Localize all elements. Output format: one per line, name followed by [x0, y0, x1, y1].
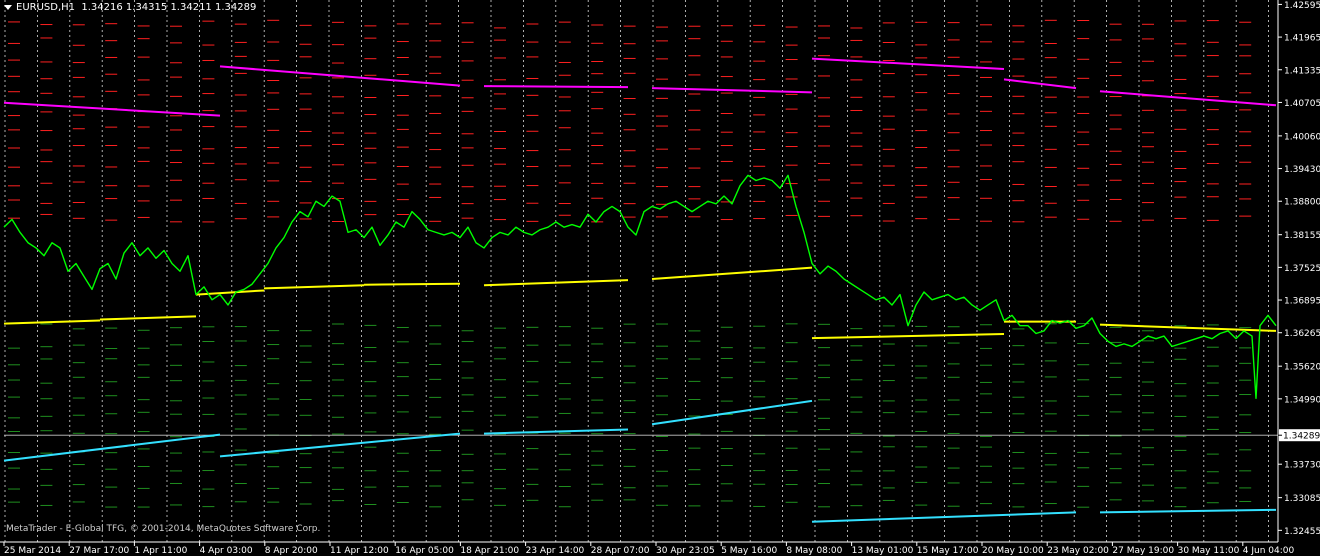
resistance-line: [811, 57, 1005, 70]
price-tick-label: 1.33730: [1284, 461, 1320, 471]
time-tick-label: 16 Apr 05:00: [395, 546, 454, 556]
time-tick-label: 23 May 02:00: [1047, 546, 1109, 556]
resistance-line: [483, 85, 629, 89]
time-tick-label: 23 Apr 14:00: [526, 546, 585, 556]
pivot-line: [651, 266, 813, 281]
time-tick-label: 11 Apr 12:00: [330, 546, 389, 556]
pivot-line: [99, 315, 197, 321]
resistance-line: [1003, 78, 1077, 90]
price-tick-label: 1.40705: [1284, 99, 1320, 109]
time-tick-label: 27 May 19:00: [1112, 546, 1174, 556]
chart-header: EURUSD,H1 1.34216 1.34315 1.34211 1.3428…: [4, 2, 256, 13]
chart-canvas[interactable]: 1.42595 1.41965 1.41335 1.40705 1.40060 1.394…: [0, 0, 1320, 556]
pivot-line: [263, 284, 365, 290]
price-tick-label: 1.40060: [1284, 132, 1320, 142]
time-tick-label: 15 May 17:00: [917, 546, 979, 556]
price-tick-label: 1.36895: [1284, 297, 1320, 307]
support-line: [1099, 508, 1277, 514]
price-tick-label: 1.38800: [1284, 198, 1320, 208]
price-tick-label: 1.37525: [1284, 264, 1320, 274]
time-tick-label: 18 Apr 21:00: [460, 546, 519, 556]
pivot-line: [811, 333, 1005, 340]
time-tick-label: 1 Apr 11:00: [134, 546, 187, 556]
ohlc-values: 1.34216 1.34315 1.34211 1.34289: [81, 2, 257, 13]
price-tick-label: 1.34990: [1284, 395, 1320, 405]
time-tick-label: 30 May 11:00: [1178, 546, 1240, 556]
current-price-label: 1.34289: [1283, 432, 1320, 442]
time-tick-label: 27 Mar 17:00: [69, 546, 129, 556]
price-tick-label: 1.42595: [1284, 1, 1320, 11]
resistance-line: [1099, 90, 1277, 107]
price-tick-label: 1.36265: [1284, 329, 1320, 339]
time-tick-label: 13 May 01:00: [852, 546, 914, 556]
price-tick-label: 1.41335: [1284, 66, 1320, 76]
price-tick-label: 1.38155: [1284, 231, 1320, 241]
resistance-line: [219, 65, 461, 87]
time-tick-label: 28 Apr 07:00: [591, 546, 650, 556]
price-tick-label: 1.32455: [1284, 527, 1320, 537]
time-tick-label: 4 Jun 04:00: [1243, 546, 1295, 556]
pivot-line: [363, 282, 461, 286]
resistance-line: [3, 101, 221, 117]
price-chart[interactable]: 1.42595 1.41965 1.41335 1.40705 1.40060 1.394…: [0, 0, 1320, 556]
resistance-line: [651, 87, 813, 94]
time-tick-label: 30 Apr 23:05: [656, 546, 715, 556]
price-tick-label: 1.35620: [1284, 363, 1320, 373]
price-tick-label: 1.41965: [1284, 34, 1320, 44]
support-line: [219, 432, 461, 458]
pivot-line: [3, 319, 101, 325]
support-line: [811, 511, 1077, 523]
time-tick-label: 8 Apr 20:00: [265, 546, 318, 556]
collapse-arrow-icon[interactable]: [4, 4, 12, 10]
symbol-label: EURUSD,H1: [16, 2, 76, 13]
time-tick-label: 20 May 10:00: [982, 546, 1044, 556]
price-tick-label: 1.39430: [1284, 165, 1320, 175]
time-tick-label: 5 May 16:00: [721, 546, 777, 556]
copyright-text: MetaTrader - E-Global TFG, © 2001-2014, …: [6, 524, 321, 534]
time-tick-label: 25 Mar 2014: [4, 546, 61, 556]
time-tick-label: 8 May 08:00: [786, 546, 842, 556]
support-line: [3, 433, 221, 462]
price-tick-label: 1.33085: [1284, 494, 1320, 504]
time-tick-label: 4 Apr 03:00: [200, 546, 253, 556]
